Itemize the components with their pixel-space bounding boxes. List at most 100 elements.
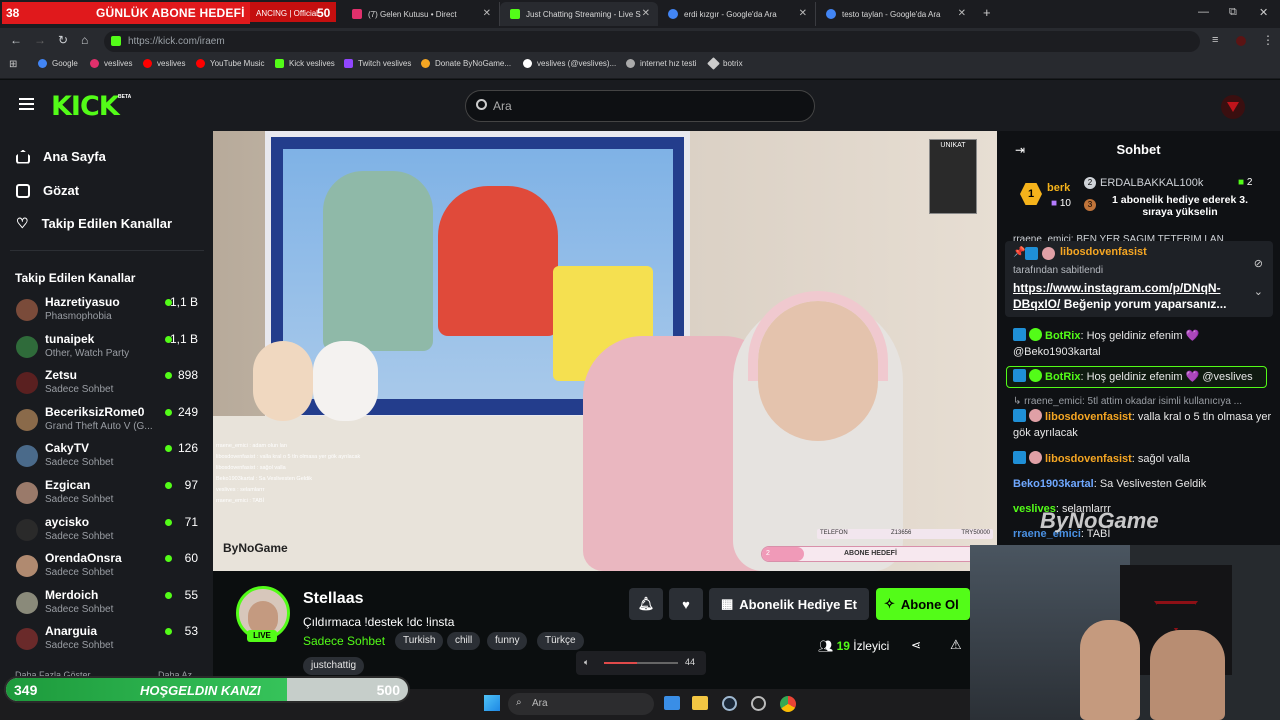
channel-viewers: 53 xyxy=(184,624,198,639)
tab-kick-active[interactable]: Just Chatting Streaming - Live S ✕ xyxy=(500,2,658,26)
speedtest-icon xyxy=(626,59,635,68)
bookmark-twitch[interactable]: Twitch veslives xyxy=(344,59,411,68)
search-input[interactable] xyxy=(465,90,815,122)
chat-username[interactable]: libosdovenfasist xyxy=(1045,453,1132,465)
botrix-icon xyxy=(707,57,720,70)
gift-sub-button[interactable]: ▦ Abonelik Hediye Et xyxy=(709,588,869,620)
notification-bell-button[interactable]: 🔔︎ xyxy=(629,588,663,620)
channel-category: Sadece Sohbet xyxy=(45,603,114,615)
profile-icon[interactable] xyxy=(1236,36,1246,46)
rank-3-icon: 3 xyxy=(1084,199,1096,211)
windows-start-icon[interactable] xyxy=(484,695,500,711)
file-explorer-icon[interactable] xyxy=(692,696,708,710)
tag-funny[interactable]: funny xyxy=(487,632,528,650)
chrome-icon[interactable] xyxy=(780,696,796,712)
tab-instagram[interactable]: (7) Gelen Kutusu • Direct ✕ xyxy=(342,2,500,26)
report-warning-icon[interactable]: ⚠ xyxy=(950,637,962,653)
obs-icon[interactable] xyxy=(751,696,766,711)
chat-message: libosdovenfasist: sağol valla xyxy=(1013,451,1273,467)
taskbar-search-placeholder: Ara xyxy=(532,698,548,709)
sidebar-channel-item[interactable]: Zetsu Sadece Sohbet 898 xyxy=(16,368,202,404)
chat-username[interactable]: Beko1903kartal xyxy=(1013,478,1094,490)
tag-turkish[interactable]: Turkish xyxy=(395,632,444,650)
minimize-button[interactable]: — xyxy=(1198,6,1209,18)
tag-turkce[interactable]: Türkçe xyxy=(537,632,584,650)
video-player[interactable]: UNIKAT rraene_emici : adam olun lan libo… xyxy=(213,131,997,571)
donation-goal: TRY50000 xyxy=(961,530,990,536)
sidebar-channel-item[interactable]: BeceriksizRome0 Grand Theft Auto V (G... 2… xyxy=(16,405,202,441)
bookmark-donate[interactable]: Donate ByNoGame... xyxy=(421,59,511,68)
tag-chill[interactable]: chill xyxy=(447,632,481,650)
nav-home[interactable]: Ana Sayfa xyxy=(16,149,106,164)
close-icon[interactable]: ✕ xyxy=(958,8,966,19)
browser-menu-icon[interactable]: ⋮ xyxy=(1262,33,1274,47)
bookmark-speedtest[interactable]: internet hız testi xyxy=(626,59,696,68)
pinned-by-text: tarafından sabitlendi xyxy=(1013,265,1104,276)
nav-following[interactable]: ♡ Takip Edilen Kanallar xyxy=(16,216,172,232)
bookmark-instagram[interactable]: veslives xyxy=(90,59,132,68)
unpin-icon[interactable]: ⊘ xyxy=(1254,257,1263,270)
home-browser-icon[interactable]: ⌂ xyxy=(81,33,88,47)
expand-chevron-down-icon[interactable]: ⌄ xyxy=(1254,285,1263,298)
kick-logo[interactable]: KICK xyxy=(51,91,120,122)
apps-grid-icon[interactable]: ⊞ xyxy=(9,59,17,70)
back-icon[interactable]: ← xyxy=(10,33,22,47)
moderator-badge-icon xyxy=(1013,328,1026,341)
forward-icon[interactable]: → xyxy=(34,33,46,47)
channel-avatar xyxy=(16,555,38,578)
close-icon[interactable]: ✕ xyxy=(799,8,807,19)
sidebar-channel-item[interactable]: CakyTV Sadece Sohbet 126 xyxy=(16,441,202,477)
bookmark-google[interactable]: Google xyxy=(38,59,78,68)
chat-text: : Sa Veslivesten Geldik xyxy=(1093,478,1207,490)
url-bar[interactable] xyxy=(104,31,1200,52)
sidebar-channel-item[interactable]: tunaipek Other, Watch Party 1,1 B xyxy=(16,332,202,368)
subscribe-button[interactable]: ✧ Abone Ol xyxy=(876,588,970,620)
channel-name: Zetsu xyxy=(45,368,78,383)
nav-browse[interactable]: Gözat xyxy=(16,183,79,198)
youtube-music-icon xyxy=(196,59,205,68)
user-avatar[interactable] xyxy=(1221,95,1245,119)
sidebar-channel-item[interactable]: OrendaOnsra Sadece Sohbet 60 xyxy=(16,551,202,587)
tab-google-search-1[interactable]: erdi kızgır - Google'da Ara ✕ xyxy=(658,2,816,26)
reload-icon[interactable]: ↻ xyxy=(58,33,68,47)
bookmark-youtube-music[interactable]: YouTube Music xyxy=(196,59,265,68)
new-tab-button[interactable]: + xyxy=(983,5,991,20)
menu-icon[interactable] xyxy=(19,98,34,110)
stream-category[interactable]: Sadece Sohbet xyxy=(303,634,385,648)
chat-username[interactable]: BotRix xyxy=(1045,330,1080,342)
beta-badge: BETA xyxy=(118,94,132,100)
bookmark-tiktok[interactable]: veslives (@veslives)... xyxy=(523,59,616,68)
taskbar-search[interactable] xyxy=(508,693,654,715)
channel-name[interactable]: Stellaas xyxy=(303,590,363,608)
bookmark-kick[interactable]: Kick veslives xyxy=(275,59,335,68)
gift-leaderboard: 1 berk ■ 10 2 ERDALBAKKAL100k ■ 2 3 1 ab… xyxy=(1009,169,1269,225)
viewer-number: 19 xyxy=(836,639,850,653)
tag-justchatting[interactable]: justchattig xyxy=(303,657,365,675)
bookmark-botrix[interactable]: botrix xyxy=(707,57,743,70)
chat-username[interactable]: libosdovenfasist xyxy=(1045,411,1132,423)
maximize-button[interactable]: ⧉ xyxy=(1229,6,1237,19)
reading-list-icon[interactable]: ≡ xyxy=(1212,34,1218,46)
sidebar-channel-item[interactable]: Ezgican Sadece Sohbet 97 xyxy=(16,478,202,514)
chat-reply-preview[interactable]: ↳ rraene_emici: 5tl attim okadar isimli … xyxy=(1013,394,1273,410)
url-text[interactable]: https://kick.com/iraem xyxy=(128,36,225,47)
tab-google-search-2[interactable]: testo taylan - Google'da Ara ✕ xyxy=(816,2,974,26)
close-icon[interactable]: ✕ xyxy=(642,8,650,19)
chat-username[interactable]: BotRix xyxy=(1045,371,1080,383)
photos-app-icon[interactable] xyxy=(664,696,680,710)
volume-slider[interactable] xyxy=(604,662,678,664)
sidebar-channel-item[interactable]: aycisko Sadece Sohbet 71 xyxy=(16,515,202,551)
follow-heart-button[interactable]: ♥ xyxy=(669,588,703,620)
close-window-button[interactable]: ✕ xyxy=(1259,6,1268,19)
sidebar-channel-item[interactable]: Merdoich Sadece Sohbet 55 xyxy=(16,588,202,624)
sidebar-channel-item[interactable]: Hazretiyasuo Phasmophobia 1,1 B xyxy=(16,295,202,331)
bookmark-youtube[interactable]: veslives xyxy=(143,59,185,68)
steam-icon[interactable] xyxy=(722,696,737,711)
pinned-message[interactable]: 📌 libosdovenfasist tarafından sabitlendi… xyxy=(1005,241,1273,317)
close-icon[interactable]: ✕ xyxy=(483,8,491,19)
subscribe-label: Abone Ol xyxy=(900,596,959,612)
sidebar-channel-item[interactable]: Anarguia Sadece Sohbet 53 xyxy=(16,624,202,660)
pinned-user[interactable]: libosdovenfasist xyxy=(1060,246,1147,258)
tab-music-label[interactable]: ANCING | Official xyxy=(256,9,318,18)
share-icon[interactable]: ⋖ xyxy=(911,638,921,652)
